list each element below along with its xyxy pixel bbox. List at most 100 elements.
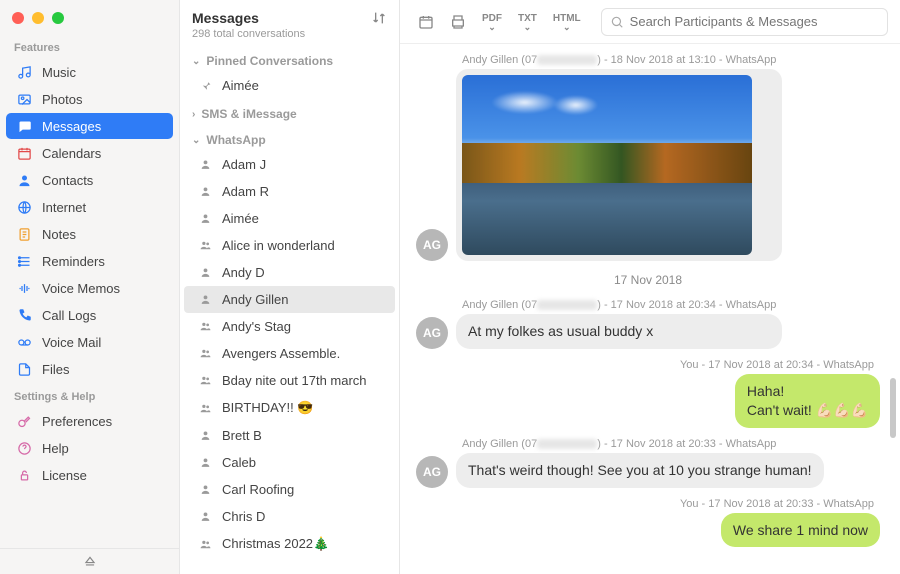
sidebar-item-label: Reminders: [42, 254, 105, 269]
conversations-subtitle: 298 total conversations: [192, 28, 305, 40]
notes-icon: [16, 226, 32, 242]
sidebar-item-music[interactable]: Music: [6, 59, 173, 85]
sort-button[interactable]: [371, 10, 387, 29]
window-controls: [0, 8, 179, 34]
sidebar-item-label: Contacts: [42, 173, 93, 188]
conversation-item[interactable]: Bday nite out 17th march: [180, 367, 399, 394]
message-bubble[interactable]: At my folkes as usual buddy x: [456, 314, 782, 349]
main-scrollbar[interactable]: [890, 58, 896, 562]
conversation-item[interactable]: Andy Gillen: [184, 286, 395, 313]
message-bubble[interactable]: Haha! Can't wait! 💪🏻💪🏻💪🏻: [735, 374, 880, 428]
group-icon: [198, 239, 212, 253]
sidebar-item-label: Voice Mail: [42, 335, 101, 350]
person-icon: [198, 293, 212, 307]
chevron-down-icon: ⌄: [488, 24, 496, 30]
sidebar-item-label: Files: [42, 362, 69, 377]
sidebar-item-messages[interactable]: Messages: [6, 113, 173, 139]
sidebar-item-voice-mail[interactable]: Voice Mail: [6, 329, 173, 355]
minimize-window-button[interactable]: [32, 12, 44, 24]
sidebar-item-internet[interactable]: Internet: [6, 194, 173, 220]
sidebar-item-preferences[interactable]: Preferences: [6, 408, 173, 434]
export-pdf-button[interactable]: PDF⌄: [476, 6, 508, 38]
conversation-group-header[interactable]: ⌄Pinned Conversations: [180, 46, 399, 72]
conversation-group-header[interactable]: ›SMS & iMessage: [180, 99, 399, 125]
conversation-name: Andy Gillen: [222, 292, 288, 307]
person-icon: [198, 79, 212, 93]
conversation-item[interactable]: Andy D: [180, 259, 399, 286]
voicemail-icon: [16, 334, 32, 350]
messages-thread[interactable]: AGAndy Gillen (07) - 18 Nov 2018 at 13:1…: [400, 44, 900, 574]
conversation-item[interactable]: Aimée: [180, 205, 399, 232]
conversation-name: Adam J: [222, 157, 266, 172]
conversation-name: Brett B: [222, 428, 262, 443]
conversation-item[interactable]: Adam J: [180, 151, 399, 178]
conversation-item[interactable]: Alice in wonderland: [180, 232, 399, 259]
conversation-group-name: Pinned Conversations: [206, 54, 333, 68]
conversation-item[interactable]: Chris D: [180, 503, 399, 530]
sidebar-item-label: Photos: [42, 92, 82, 107]
search-input[interactable]: [630, 14, 879, 29]
sidebar-item-voice-memos[interactable]: Voice Memos: [6, 275, 173, 301]
sidebar-item-label: Messages: [42, 119, 101, 134]
person-icon: [198, 212, 212, 226]
conversation-item[interactable]: Adam R: [180, 178, 399, 205]
conversation-item[interactable]: Brett B: [180, 422, 399, 449]
message-bubble[interactable]: That's weird though! See you at 10 you s…: [456, 453, 824, 488]
print-button[interactable]: [444, 8, 472, 36]
conversation-name: Caleb: [222, 455, 256, 470]
sidebar-item-notes[interactable]: Notes: [6, 221, 173, 247]
conversation-group-header[interactable]: ⌄WhatsApp: [180, 125, 399, 151]
sidebar-item-files[interactable]: Files: [6, 356, 173, 382]
conversation-item[interactable]: Avengers Assemble.: [180, 340, 399, 367]
sidebar-item-label: Internet: [42, 200, 86, 215]
contacts-icon: [16, 172, 32, 188]
conversation-name: Aimée: [222, 78, 259, 93]
photos-icon: [16, 91, 32, 107]
message-row: You - 17 Nov 2018 at 20:34 - WhatsAppHah…: [416, 359, 880, 428]
redacted-number: [537, 300, 597, 310]
sender-avatar: AG: [416, 317, 448, 349]
conversations-list[interactable]: ⌄Pinned Conversations Aimée ›SMS & iMessag…: [180, 46, 399, 574]
messages-toolbar: PDF⌄TXT⌄HTML⌄: [400, 0, 900, 44]
conversation-name: Alice in wonderland: [222, 238, 335, 253]
calendar-view-button[interactable]: [412, 8, 440, 36]
conversation-item[interactable]: Carl Roofing: [180, 476, 399, 503]
conversation-item[interactable]: BIRTHDAY!! 😎: [180, 394, 399, 422]
sidebar-item-reminders[interactable]: Reminders: [6, 248, 173, 274]
conversation-item[interactable]: Caleb: [180, 449, 399, 476]
export-html-button[interactable]: HTML⌄: [547, 6, 587, 38]
features-sidebar: FeaturesMusicPhotosMessagesCalendarsCont…: [0, 0, 180, 574]
conversation-name: Aimée: [222, 211, 259, 226]
conversation-item[interactable]: Christmas 2022🎄: [180, 530, 399, 558]
files-icon: [16, 361, 32, 377]
sidebar-item-calendars[interactable]: Calendars: [6, 140, 173, 166]
search-field[interactable]: [601, 8, 888, 36]
conversations-title: Messages: [192, 10, 305, 26]
close-window-button[interactable]: [12, 12, 24, 24]
person-icon: [198, 456, 212, 470]
sidebar-item-label: Help: [42, 441, 69, 456]
message-bubble[interactable]: We share 1 mind now: [721, 513, 880, 548]
person-icon: [198, 429, 212, 443]
export-txt-button[interactable]: TXT⌄: [512, 6, 543, 38]
conversation-name: Christmas 2022🎄: [222, 536, 329, 552]
chevron-down-icon: ⌄: [563, 24, 571, 30]
message-row: AGAndy Gillen (07) - 18 Nov 2018 at 13:1…: [416, 54, 880, 261]
license-icon: [16, 467, 32, 483]
sidebar-item-license[interactable]: License: [6, 462, 173, 488]
sidebar-item-photos[interactable]: Photos: [6, 86, 173, 112]
sidebar-item-help[interactable]: Help: [6, 435, 173, 461]
conversation-item[interactable]: Aimée: [180, 72, 399, 99]
eject-button[interactable]: [0, 548, 179, 574]
internet-icon: [16, 199, 32, 215]
sidebar-item-label: Call Logs: [42, 308, 96, 323]
sidebar-item-call-logs[interactable]: Call Logs: [6, 302, 173, 328]
image-attachment[interactable]: [456, 69, 782, 261]
conversation-item[interactable]: Andy's Stag: [180, 313, 399, 340]
reminders-icon: [16, 253, 32, 269]
conversation-name: BIRTHDAY!! 😎: [222, 400, 314, 416]
fullscreen-window-button[interactable]: [52, 12, 64, 24]
help-icon: [16, 440, 32, 456]
message-meta: You - 17 Nov 2018 at 20:33 - WhatsApp: [674, 498, 880, 513]
sidebar-item-contacts[interactable]: Contacts: [6, 167, 173, 193]
